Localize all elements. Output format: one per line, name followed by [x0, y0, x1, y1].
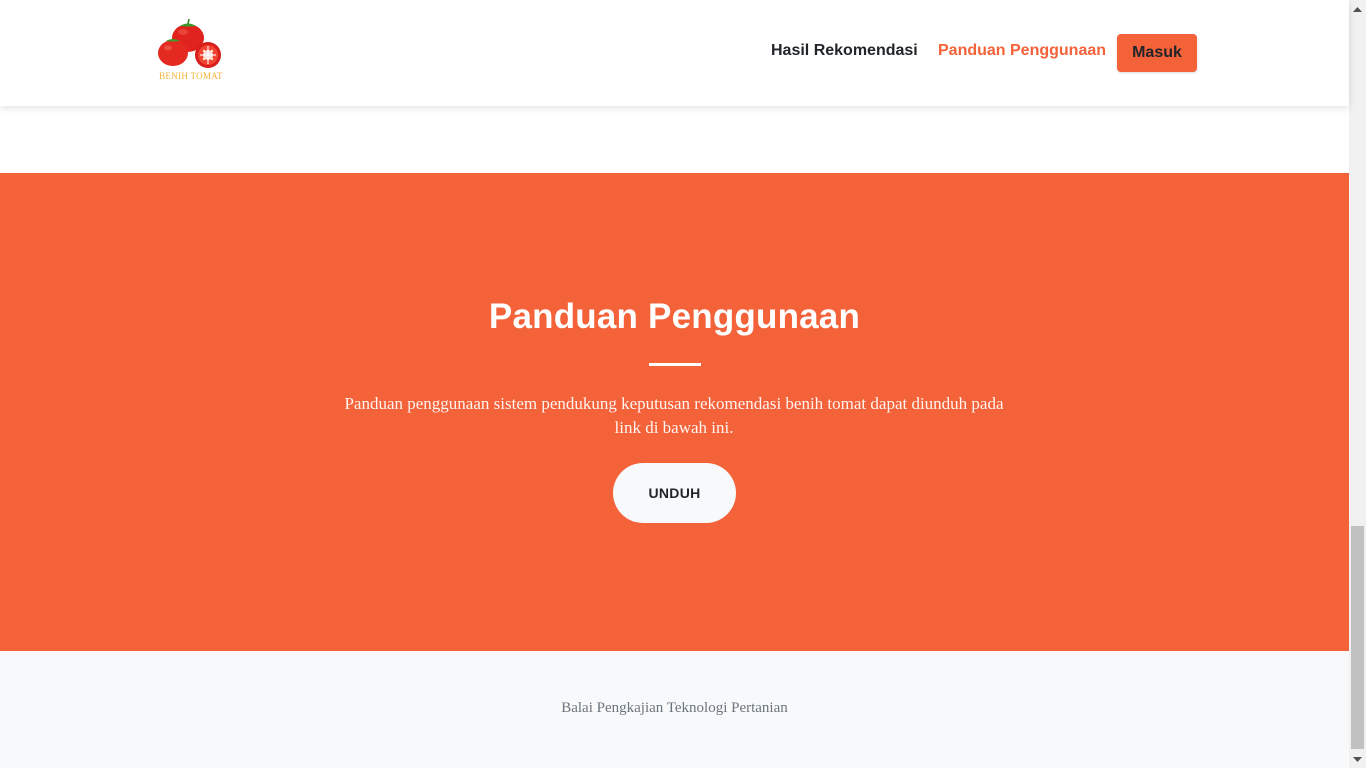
footer-text: Balai Pengkajian Teknologi Pertanian: [561, 700, 788, 716]
navbar: BENIH TOMAT Hasil Rekomendasi Panduan Pe…: [0, 0, 1349, 106]
login-button[interactable]: Masuk: [1117, 34, 1197, 72]
nav-link-panduan-penggunaan[interactable]: Panduan Penggunaan: [938, 42, 1106, 60]
brand-logo-link[interactable]: BENIH TOMAT: [153, 18, 229, 86]
page: BENIH TOMAT Hasil Rekomendasi Panduan Pe…: [0, 0, 1349, 768]
guide-divider: [649, 363, 701, 366]
guide-section: Panduan Penggunaan Panduan penggunaan si…: [0, 173, 1349, 651]
scrollbar-thumb[interactable]: [1351, 526, 1364, 749]
nav-link-hasil-rekomendasi[interactable]: Hasil Rekomendasi: [771, 42, 918, 60]
guide-title: Panduan Penggunaan: [488, 297, 861, 336]
footer: Balai Pengkajian Teknologi Pertanian: [0, 651, 1349, 768]
brand-text: BENIH TOMAT: [159, 71, 223, 81]
tomato-logo-icon: [158, 18, 221, 68]
chevron-up-icon[interactable]: [1349, 0, 1366, 17]
guide-description: Panduan penggunaan sistem pendukung kepu…: [344, 394, 1004, 437]
vertical-scrollbar[interactable]: [1349, 0, 1366, 768]
download-button[interactable]: UNDUH: [613, 463, 736, 523]
chevron-down-icon[interactable]: [1349, 751, 1366, 768]
